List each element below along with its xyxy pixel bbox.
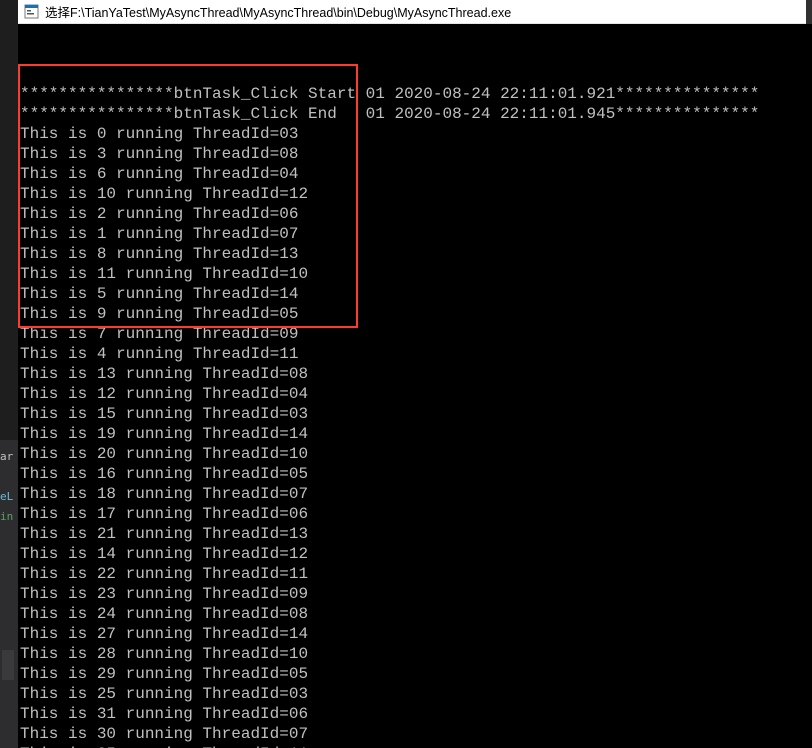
log-header-line: ****************btnTask_Click End 01 202… [18,104,812,124]
log-line: This is 8 running ThreadId=13 [18,244,812,264]
log-line: This is 17 running ThreadId=06 [18,504,812,524]
log-line: This is 30 running ThreadId=07 [18,724,812,744]
log-line: This is 0 running ThreadId=03 [18,124,812,144]
log-line: This is 13 running ThreadId=08 [18,364,812,384]
log-line: This is 2 running ThreadId=06 [18,204,812,224]
log-line: This is 19 running ThreadId=14 [18,424,812,444]
console-output[interactable]: ****************btnTask_Click Start 01 2… [18,24,812,748]
log-line: This is 14 running ThreadId=12 [18,544,812,564]
editor-gutter-background: ar eL in [0,0,18,748]
log-line: This is 21 running ThreadId=13 [18,524,812,544]
log-line: This is 15 running ThreadId=03 [18,404,812,424]
log-line: This is 1 running ThreadId=07 [18,224,812,244]
console-window: 选择F:\TianYaTest\MyAsyncThread\MyAsyncThr… [18,0,812,748]
log-line: This is 25 running ThreadId=03 [18,684,812,704]
log-line: This is 20 running ThreadId=10 [18,444,812,464]
log-line: This is 9 running ThreadId=05 [18,304,812,324]
log-line: This is 7 running ThreadId=09 [18,324,812,344]
log-line: This is 29 running ThreadId=05 [18,664,812,684]
log-line: This is 5 running ThreadId=14 [18,284,812,304]
log-line: This is 23 running ThreadId=09 [18,584,812,604]
titlebar[interactable]: 选择F:\TianYaTest\MyAsyncThread\MyAsyncThr… [18,0,812,24]
log-line: This is 24 running ThreadId=08 [18,604,812,624]
log-line: This is 27 running ThreadId=14 [18,624,812,644]
log-line: This is 11 running ThreadId=10 [18,264,812,284]
log-line: This is 35 running ThreadId=11 [18,744,812,748]
log-line: This is 22 running ThreadId=11 [18,564,812,584]
log-line: This is 28 running ThreadId=10 [18,644,812,664]
log-line: This is 31 running ThreadId=06 [18,704,812,724]
log-header-line: ****************btnTask_Click Start 01 2… [18,84,812,104]
log-line: This is 12 running ThreadId=04 [18,384,812,404]
log-line: This is 3 running ThreadId=08 [18,144,812,164]
log-line: This is 6 running ThreadId=04 [18,164,812,184]
app-icon [24,4,39,19]
log-line: This is 4 running ThreadId=11 [18,344,812,364]
window-title: 选择F:\TianYaTest\MyAsyncThread\MyAsyncThr… [45,2,511,21]
log-line: This is 16 running ThreadId=05 [18,464,812,484]
log-line: This is 18 running ThreadId=07 [18,484,812,504]
log-line: This is 10 running ThreadId=12 [18,184,812,204]
